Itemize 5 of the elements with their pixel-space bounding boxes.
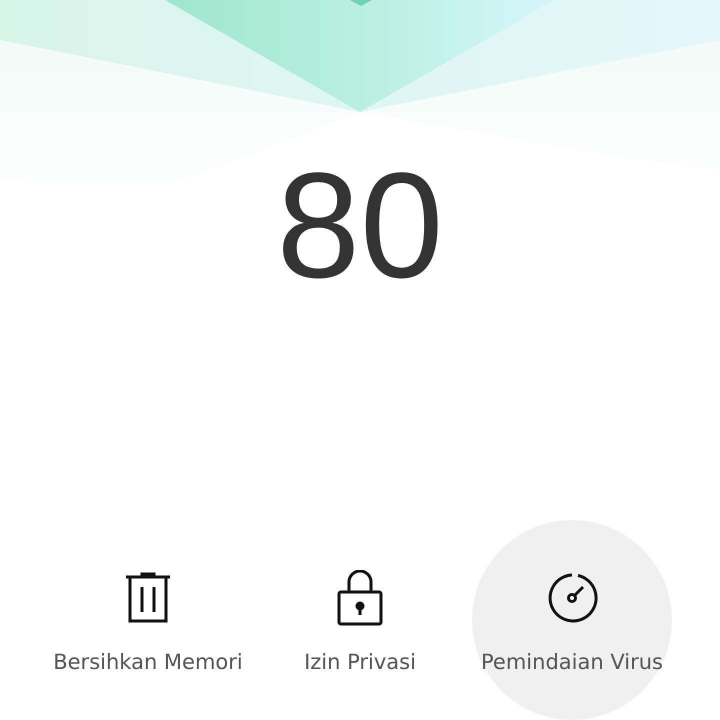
gauge-icon — [546, 572, 598, 624]
lock-icon — [337, 570, 383, 626]
score-number: 80 — [276, 150, 444, 300]
trash-icon — [124, 572, 172, 624]
action-button[interactable]: Pemindaian Virus — [472, 520, 672, 720]
